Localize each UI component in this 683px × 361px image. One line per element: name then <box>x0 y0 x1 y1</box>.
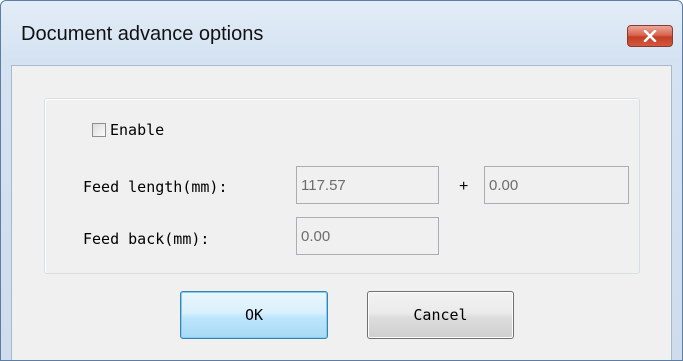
feed-back-input[interactable] <box>296 217 439 255</box>
enable-checkbox[interactable]: Enable <box>92 121 164 139</box>
feed-length-label: Feed length(mm): <box>83 178 228 196</box>
dialog-window: Document advance options Enable Feed len… <box>0 0 683 361</box>
feed-length-offset-input[interactable] <box>484 166 629 204</box>
cancel-button[interactable]: Cancel <box>367 291 514 339</box>
window-title: Document advance options <box>21 23 264 45</box>
close-icon <box>643 30 657 42</box>
plus-sign: + <box>459 178 469 195</box>
feed-back-label: Feed back(mm): <box>83 230 210 248</box>
ok-button[interactable]: OK <box>180 291 328 339</box>
enable-label: Enable <box>110 121 165 139</box>
title-bar[interactable]: Document advance options <box>1 1 682 63</box>
checkbox-box[interactable] <box>92 123 106 137</box>
feed-length-input[interactable] <box>296 166 439 204</box>
dialog-body: Enable Feed length(mm): + Feed back(mm):… <box>11 65 672 360</box>
close-button[interactable] <box>627 25 673 47</box>
